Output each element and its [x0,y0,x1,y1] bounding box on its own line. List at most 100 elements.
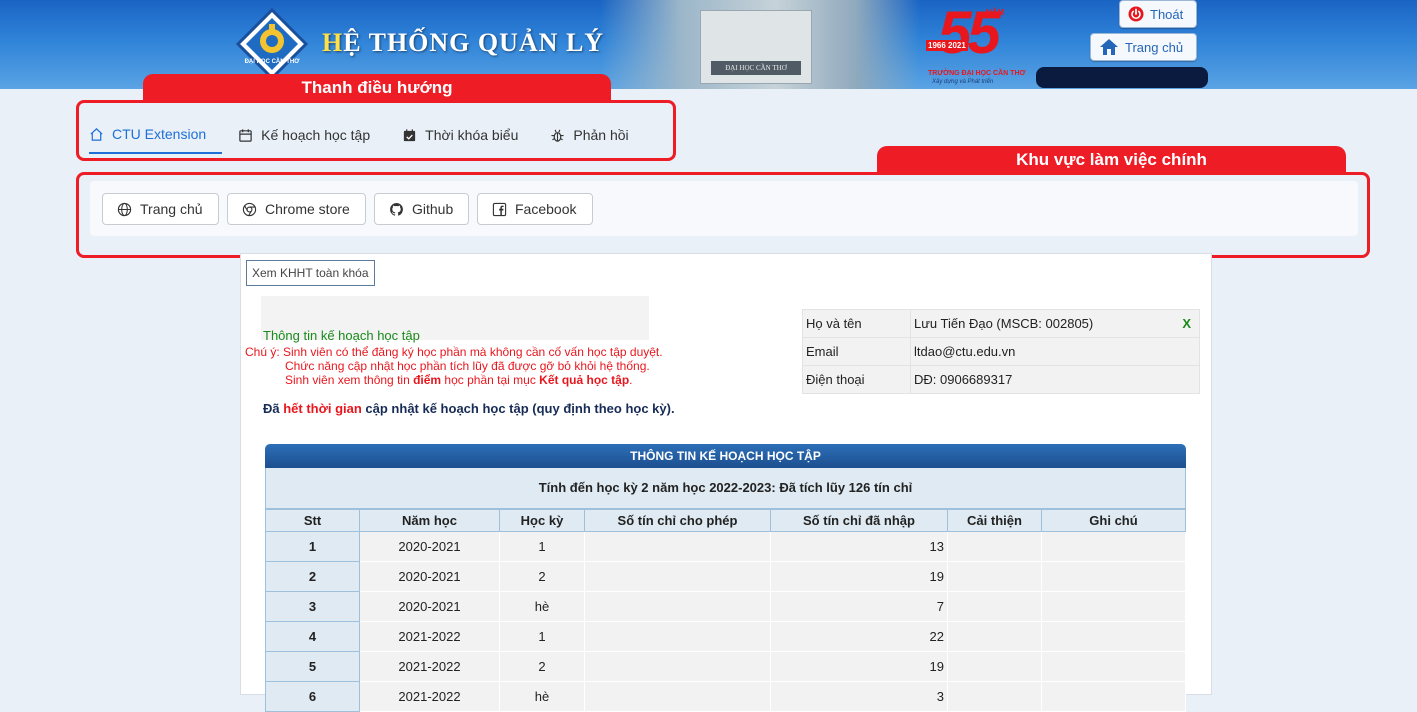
notice-line-3: Sinh viên xem thông tin điểm học phần tạ… [245,373,663,387]
cell-ghi-chu [1041,591,1186,622]
work-annotation-label: Khu vực làm việc chính [877,146,1346,172]
notice-line-3-a: Sinh viên xem thông tin [285,373,414,387]
system-title-initial: H [322,28,344,57]
name-cell: Lưu Tiến Đạo (MSCB: 002805) X [910,309,1200,338]
notice-line-3-c: học phần tại mục [441,373,540,387]
deadline-b: hết thời gian [283,401,362,416]
nav-item-ctu-extension[interactable]: CTU Extension [89,116,223,154]
table-row: 1 2020-2021 1 13 [265,531,1186,562]
cell-ghi-chu [1041,561,1186,592]
cell-nam-hoc: 2021-2022 [359,681,500,712]
user-bar [1036,67,1208,88]
github-button[interactable]: Github [374,193,469,225]
system-title-rest: Ệ THỐNG QUẢN LÝ [343,28,605,57]
notice-text: Chú ý: Sinh viên có thể đăng ký học phần… [245,345,663,387]
cell-da-nhap: 22 [770,621,948,652]
study-plan-subtitle: Tính đến học kỳ 2 năm học 2022-2023: Đã … [265,468,1186,509]
cell-stt: 6 [265,681,360,712]
table-row: 3 2020-2021 hè 7 [265,591,1186,622]
student-phone-row: Điện thoại DĐ: 0906689317 [802,365,1200,394]
globe-icon [117,202,132,216]
cell-cho-phep [584,681,771,712]
cell-cho-phep [584,621,771,652]
logout-label: Thoát [1150,6,1184,22]
cell-ghi-chu [1041,531,1186,562]
calendar-check-icon [404,128,416,141]
table-row: 5 2021-2022 2 19 [265,651,1186,682]
name-label: Họ và tên [802,309,911,338]
cell-cai-thien [947,591,1042,622]
facebook-icon [492,202,507,216]
notice-line-2: Chức năng cập nhật học phần tích lũy đã … [285,359,650,373]
table-header-row: Stt Năm học Học kỳ Số tín chỉ cho phép S… [265,509,1186,532]
nav-item-label: CTU Extension [112,126,207,142]
house-icon [1100,39,1118,55]
campus-sign: ĐẠI HỌC CẦN THƠ [711,61,801,75]
col-header-so-tc-cho-phep: Số tín chỉ cho phép [584,509,771,532]
cell-hoc-ky: 2 [499,651,585,682]
close-button[interactable]: X [1182,316,1191,331]
logout-button[interactable]: Thoát [1119,0,1197,28]
cell-cho-phep [584,591,771,622]
cell-cho-phep [584,531,771,562]
study-plan-table: Stt Năm học Học kỳ Số tín chỉ cho phép S… [265,509,1186,712]
home-icon [90,127,103,141]
cell-nam-hoc: 2021-2022 [359,651,500,682]
nav-annotation-label: Thanh điều hướng [143,74,611,100]
deadline-notice: Đã hết thời gian cập nhật kế hoạch học t… [263,401,675,416]
campus-building: ĐẠI HỌC CẦN THƠ [700,10,812,84]
study-plan-title: THÔNG TIN KẾ HOẠCH HỌC TẬP [265,444,1186,468]
cell-cho-phep [584,651,771,682]
tab-xem-khht-toan-khoa[interactable]: Xem KHHT toàn khóa [246,260,375,286]
deadline-c: cập nhật kế hoạch học tập (quy định theo… [361,401,675,416]
table-row: 2 2020-2021 2 19 [265,561,1186,592]
facebook-button[interactable]: Facebook [477,193,593,225]
github-icon [390,202,403,216]
cell-cai-thien [947,651,1042,682]
chrome-store-button[interactable]: Chrome store [227,193,366,225]
cell-nam-hoc: 2020-2021 [359,591,500,622]
anniversary-slogan: Xây dựng và Phát triển [932,79,994,85]
chrome-store-label: Chrome store [265,201,350,217]
nav-item-thoi-khoa-bieu[interactable]: Thời khóa biểu [386,116,534,154]
cell-cai-thien [947,681,1042,712]
calendar-icon [239,128,252,142]
campus-photo: ĐẠI HỌC CẦN THƠ [600,0,920,89]
plan-info-title: Thông tin kế hoạch học tập [263,328,420,343]
website-button[interactable]: Trang chủ [102,193,219,225]
system-title: HỆ THỐNG QUẢN LÝ [322,28,604,58]
notice-line-3-e: . [629,373,633,387]
cell-nam-hoc: 2021-2022 [359,621,500,652]
study-plan-panel: THÔNG TIN KẾ HOẠCH HỌC TẬP Tính đến học … [265,444,1186,712]
col-header-stt: Stt [265,509,360,532]
nav-item-label: Kế hoạch học tập [261,127,371,143]
cell-nam-hoc: 2020-2021 [359,561,500,592]
name-value: Lưu Tiến Đạo (MSCB: 002805) [914,316,1094,331]
home-button[interactable]: Trang chủ [1090,33,1197,61]
phone-label: Điện thoại [802,365,911,394]
student-info-table: Họ và tên Lưu Tiến Đạo (MSCB: 002805) X E… [802,309,1200,394]
email-label: Email [802,337,911,366]
cell-cai-thien [947,621,1042,652]
cell-stt: 1 [265,531,360,562]
nav-item-ke-hoach-hoc-tap[interactable]: Kế hoạch học tập [222,116,386,154]
home-label: Trang chủ [1125,39,1184,55]
chrome-icon [242,202,257,216]
cell-da-nhap: 19 [770,561,948,592]
phone-value: DĐ: 0906689317 [910,365,1200,394]
anniversary-badge: 55 NĂM 1966 2021 TRƯỜNG ĐẠI HỌC CẦN THƠ … [924,0,1025,86]
cell-hoc-ky: 1 [499,621,585,652]
table-row: 6 2021-2022 hè 3 [265,681,1186,712]
col-header-nam-hoc: Năm học [359,509,500,532]
nav-item-phan-hoi[interactable]: Phản hồi [534,116,644,154]
cell-hoc-ky: 2 [499,561,585,592]
notice-line-3-d: Kết quả học tập [539,373,630,387]
cell-nam-hoc: 2020-2021 [359,531,500,562]
col-header-so-tc-da-nhap: Số tín chỉ đã nhập [770,509,948,532]
email-value: ltdao@ctu.edu.vn [910,337,1200,366]
student-email-row: Email ltdao@ctu.edu.vn [802,337,1200,366]
cell-da-nhap: 19 [770,651,948,682]
cell-stt: 4 [265,621,360,652]
cell-cai-thien [947,531,1042,562]
navigation-bar: CTU Extension Kế hoạch học tập Thời khóa… [89,116,645,154]
